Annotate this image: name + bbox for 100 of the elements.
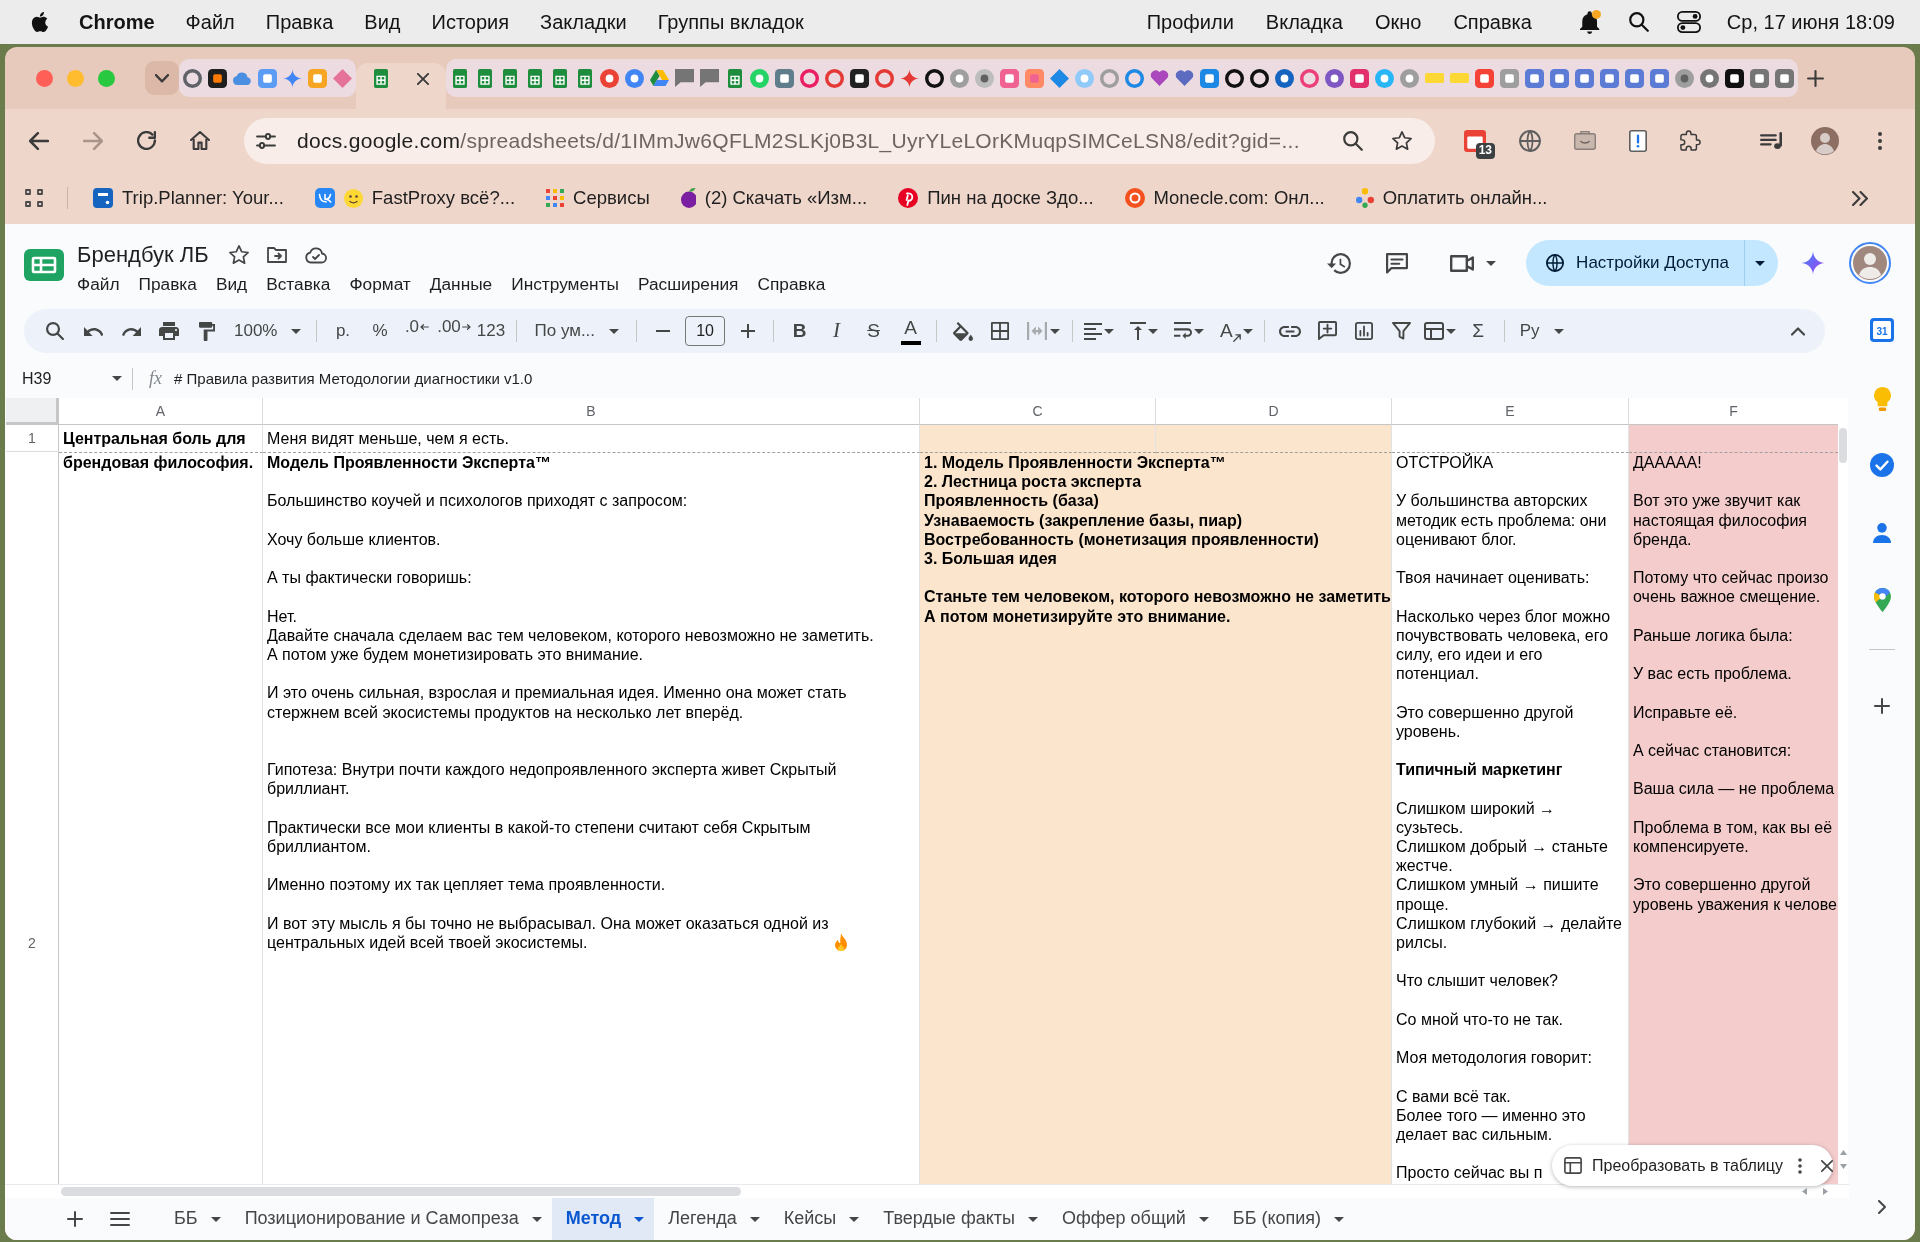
bookmark-item[interactable]: Оплатить онлайн... <box>1355 186 1548 210</box>
scrollbar-thumb[interactable] <box>61 1187 741 1196</box>
sheet-tab[interactable]: Легенда <box>654 1198 770 1240</box>
column-header[interactable]: C <box>1032 402 1043 420</box>
search-icon[interactable] <box>1628 12 1649 32</box>
chevron-right-icon[interactable] <box>1878 1200 1886 1214</box>
back-icon[interactable] <box>29 131 49 150</box>
bookmark-item[interactable]: Monecle.com: Онл... <box>1124 186 1325 210</box>
bookmark-item[interactable]: Сервисы <box>546 186 650 210</box>
percent-button[interactable]: % <box>361 309 399 353</box>
scroll-right-icon[interactable] <box>1823 1188 1828 1195</box>
text-rotation-button[interactable]: A <box>1220 319 1241 343</box>
chevron-down-icon[interactable] <box>155 73 169 83</box>
menu-item[interactable]: Инструменты <box>511 273 619 295</box>
caret-icon[interactable] <box>1445 328 1456 334</box>
menu-item[interactable]: Закладки <box>540 10 627 34</box>
check-circle-icon[interactable] <box>1870 453 1894 477</box>
arrow-right-icon[interactable] <box>461 324 471 330</box>
input-tools-button[interactable]: Ру <box>1511 309 1572 353</box>
history-icon[interactable] <box>1327 252 1352 274</box>
column-header[interactable]: B <box>586 402 596 420</box>
currency-button[interactable]: р. <box>324 309 362 353</box>
menu-item[interactable]: Справка <box>757 273 826 295</box>
clock[interactable]: Ср, 17 июня 18:09 <box>1726 10 1895 34</box>
caret-icon[interactable] <box>1027 1216 1038 1222</box>
collapse-icon[interactable] <box>1791 326 1805 336</box>
caret-icon[interactable] <box>849 1216 860 1222</box>
caret-icon[interactable] <box>1334 1216 1345 1222</box>
sheet-tab[interactable]: ББ <box>160 1198 231 1240</box>
column-header[interactable]: D <box>1268 402 1279 420</box>
globe-icon[interactable] <box>1519 129 1541 152</box>
menu-icon[interactable] <box>110 1212 130 1226</box>
paint-bucket-icon[interactable] <box>952 321 973 341</box>
cell-reference-field[interactable]: H39 <box>22 364 122 393</box>
spreadsheet-logo-icon[interactable] <box>24 249 64 281</box>
bookmark-star-icon[interactable] <box>1392 130 1412 151</box>
caret-icon[interactable] <box>210 1216 221 1222</box>
comment-icon[interactable] <box>1386 252 1409 274</box>
text-color-button[interactable]: A <box>892 309 930 353</box>
person-icon[interactable] <box>1873 523 1891 543</box>
tab-favicon-icon[interactable] <box>1250 68 1269 88</box>
bookmark-item[interactable]: (2) Скачать «Изм... <box>680 186 868 210</box>
avatar-icon[interactable] <box>1811 126 1839 155</box>
sheet-tab[interactable]: Кейсы <box>769 1198 870 1240</box>
tab-search-button[interactable] <box>145 61 179 95</box>
tab-favicon-icon[interactable] <box>925 68 944 88</box>
menu-item[interactable]: Правка <box>265 10 334 34</box>
bell-icon[interactable] <box>1579 10 1601 34</box>
scroll-down-icon[interactable] <box>1839 1164 1847 1169</box>
close-icon[interactable] <box>1820 1159 1833 1172</box>
puzzle-icon[interactable] <box>1680 130 1701 151</box>
sparkle-icon[interactable] <box>1801 251 1825 275</box>
double-chevron-icon[interactable] <box>1852 190 1868 206</box>
calendar-icon[interactable]: 31 <box>1870 318 1894 342</box>
text-wrap-icon[interactable] <box>1174 322 1193 340</box>
plus-icon[interactable] <box>1874 698 1890 714</box>
chart-icon[interactable] <box>1355 322 1374 340</box>
undo-icon[interactable] <box>83 326 103 336</box>
column-header[interactable]: F <box>1729 402 1738 420</box>
bookmark-item[interactable]: FastProxy всё?... <box>314 186 516 210</box>
caret-icon[interactable] <box>291 328 302 334</box>
avatar-icon[interactable] <box>1849 242 1891 284</box>
apple-icon[interactable] <box>31 12 48 32</box>
add-comment-icon[interactable] <box>1317 321 1337 341</box>
sheet-tab[interactable]: Твердые факты <box>869 1198 1048 1240</box>
increase-decimals-button[interactable]: .00 <box>435 309 473 353</box>
bold-button[interactable]: B <box>781 309 819 353</box>
kebab-menu-icon[interactable] <box>1797 1157 1802 1174</box>
new-tab-plus-icon[interactable] <box>1807 69 1824 87</box>
caret-icon[interactable] <box>1755 260 1765 266</box>
row-header[interactable]: 1 <box>28 429 36 447</box>
move-folder-icon[interactable] <box>266 247 287 263</box>
caret-icon[interactable] <box>1553 328 1564 334</box>
bookmark-item[interactable]: Пин на доске Здо... <box>898 186 1094 210</box>
share-button[interactable]: Настройки Доступа <box>1526 240 1745 286</box>
caret-icon[interactable] <box>1486 260 1497 266</box>
menu-item[interactable]: Окно <box>1374 10 1422 34</box>
table-view-icon[interactable] <box>1423 322 1444 340</box>
column-header[interactable]: A <box>155 402 166 420</box>
paint-roller-icon[interactable] <box>199 321 215 341</box>
caret-icon[interactable] <box>112 376 122 381</box>
arrow-left-icon[interactable] <box>420 324 430 330</box>
menu-item[interactable]: История <box>431 10 510 34</box>
menu-item[interactable]: Вид <box>215 273 248 295</box>
font-size-field[interactable]: 10 <box>685 316 726 346</box>
sheet-tab[interactable]: Метод <box>551 1198 655 1240</box>
tab-favicon-icon[interactable] <box>1725 68 1744 88</box>
add-sheet-icon[interactable] <box>67 1211 83 1227</box>
decrease-decimals-button[interactable]: .0 <box>398 309 436 353</box>
borders-icon[interactable] <box>990 322 1009 340</box>
caret-icon[interactable] <box>1050 328 1061 334</box>
functions-button[interactable]: Σ <box>1459 309 1497 353</box>
apps-grid-icon[interactable] <box>25 189 43 207</box>
vertical-align-icon[interactable] <box>1130 322 1147 340</box>
sheet-tab[interactable]: Оффер общий <box>1047 1198 1219 1240</box>
scrollbar-thumb[interactable] <box>1839 428 1847 463</box>
tab-favicon-icon[interactable] <box>1225 68 1244 88</box>
plus-icon[interactable] <box>740 324 755 338</box>
menu-item[interactable]: Формат <box>349 273 411 295</box>
playlist-icon[interactable] <box>1760 131 1782 150</box>
